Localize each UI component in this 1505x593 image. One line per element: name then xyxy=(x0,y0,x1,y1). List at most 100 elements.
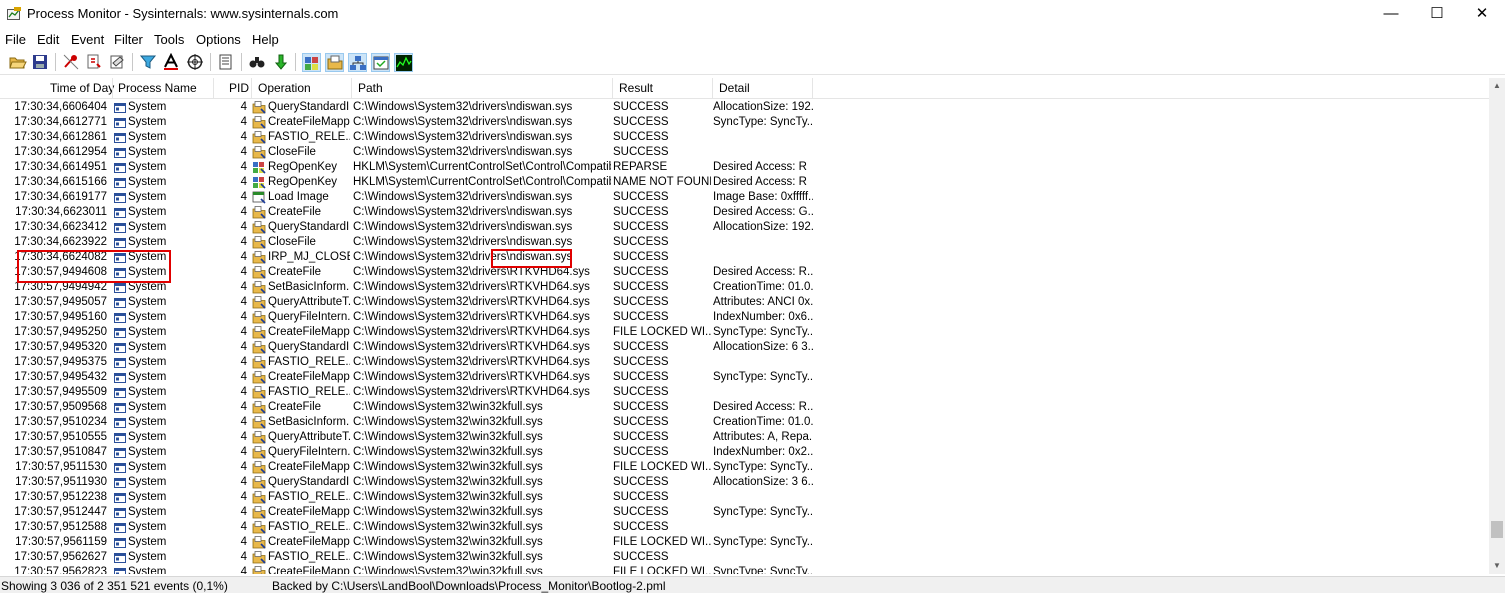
find-icon[interactable] xyxy=(248,53,266,71)
table-row[interactable]: 17:30:57,9495509 System 4 FASTIO_RELE... C:\… xyxy=(0,385,1489,400)
autoscroll-icon[interactable] xyxy=(85,53,103,71)
table-row[interactable]: 17:30:57,9495375 System 4 FASTIO_RELE... C:\… xyxy=(0,355,1489,370)
table-row[interactable]: 17:30:57,9512238 System 4 FASTIO_RELE... C:\… xyxy=(0,490,1489,505)
close-button[interactable]: ✕ xyxy=(1459,0,1505,28)
column-time-of-day[interactable]: Time of Day xyxy=(50,81,114,97)
operation-cell: SetBasicInform... xyxy=(268,281,350,293)
tree-icon[interactable] xyxy=(217,53,235,71)
table-row[interactable]: 17:30:34,6623922 System 4 CloseFile C:\Windo… xyxy=(0,235,1489,250)
process-activity-icon[interactable] xyxy=(371,53,390,72)
table-row[interactable]: 17:30:57,9511930 System 4 QueryStandardI...… xyxy=(0,475,1489,490)
table-row[interactable]: 17:30:57,9512447 System 4 CreateFileMapp C:\… xyxy=(0,505,1489,520)
menu-edit[interactable]: Edit xyxy=(37,32,59,47)
table-row[interactable]: 17:30:34,6615166 System 4 RegOpenKey HKLM\Sy… xyxy=(0,175,1489,190)
table-row[interactable]: 17:30:57,9494942 System 4 SetBasicInform...… xyxy=(0,280,1489,295)
pid-cell: 4 xyxy=(240,101,247,113)
jump-icon[interactable] xyxy=(271,53,289,71)
process-name-cell: System xyxy=(128,161,167,173)
process-name-cell: System xyxy=(128,566,167,574)
file-activity-icon[interactable] xyxy=(325,53,344,72)
table-row[interactable]: 17:30:57,9509568 System 4 CreateFile C:\Wind… xyxy=(0,400,1489,415)
column-divider[interactable] xyxy=(812,78,813,98)
table-row[interactable]: 17:30:34,6612771 System 4 CreateFileMapp C:\… xyxy=(0,115,1489,130)
table-row[interactable]: 17:30:57,9495250 System 4 CreateFileMapp C:\… xyxy=(0,325,1489,340)
table-row[interactable]: 17:30:57,9562627 System 4 FASTIO_RELE... C:\… xyxy=(0,550,1489,565)
file-operation-icon xyxy=(252,446,266,459)
profiling-icon[interactable] xyxy=(394,53,413,72)
minimize-button[interactable]: — xyxy=(1368,0,1414,28)
table-row[interactable]: 17:30:34,6612954 System 4 CloseFile C:\Windo… xyxy=(0,145,1489,160)
vertical-scrollbar[interactable]: ▲ ▼ xyxy=(1489,78,1505,574)
column-divider[interactable] xyxy=(213,78,214,98)
column-result[interactable]: Result xyxy=(619,81,653,97)
column-divider[interactable] xyxy=(351,78,352,98)
column-detail[interactable]: Detail xyxy=(719,81,750,97)
menu-event[interactable]: Event xyxy=(71,32,104,47)
pid-cell: 4 xyxy=(240,521,247,533)
menu-options[interactable]: Options xyxy=(196,32,241,47)
column-path[interactable]: Path xyxy=(358,81,383,97)
path-cell: C:\Windows\System32\drivers\RTKVHD64.sys xyxy=(353,386,590,398)
table-row[interactable]: 17:30:34,6623011 System 4 CreateFile C:\Wind… xyxy=(0,205,1489,220)
table-row[interactable]: 17:30:57,9495160 System 4 QueryFileIntern..… xyxy=(0,310,1489,325)
highlight-icon[interactable] xyxy=(162,53,180,71)
column-pid[interactable]: PID xyxy=(229,81,249,97)
scroll-up-arrow-icon[interactable]: ▲ xyxy=(1489,78,1505,94)
operation-cell: QueryStandardI... xyxy=(268,221,350,233)
filter-icon[interactable] xyxy=(139,53,157,71)
open-icon[interactable] xyxy=(9,53,27,71)
maximize-button[interactable]: ☐ xyxy=(1414,0,1460,28)
table-row[interactable]: 17:30:57,9511530 System 4 CreateFileMapp C:\… xyxy=(0,460,1489,475)
table-row[interactable]: 17:30:57,9494608 System 4 CreateFile C:\Wind… xyxy=(0,265,1489,280)
table-row[interactable]: 17:30:57,9562823 System 4 CreateFileMapp C:\… xyxy=(0,565,1489,574)
operation-cell: FASTIO_RELE... xyxy=(268,491,350,503)
process-icon xyxy=(114,148,126,158)
clear-icon[interactable] xyxy=(108,53,126,71)
path-cell: C:\Windows\System32\win32kfull.sys xyxy=(353,461,543,473)
column-divider[interactable] xyxy=(612,78,613,98)
table-row[interactable]: 17:30:57,9561159 System 4 CreateFileMapp C:\… xyxy=(0,535,1489,550)
table-row[interactable]: 17:30:57,9495057 System 4 QueryAttributeT..… xyxy=(0,295,1489,310)
time-cell: 17:30:34,6623412 xyxy=(14,221,107,233)
column-divider[interactable] xyxy=(712,78,713,98)
path-cell: C:\Windows\System32\win32kfull.sys xyxy=(353,491,543,503)
process-icon xyxy=(114,298,126,308)
table-row[interactable]: 17:30:57,9512588 System 4 FASTIO_RELE... C:\… xyxy=(0,520,1489,535)
menu-filter[interactable]: Filter xyxy=(114,32,143,47)
menu-tools[interactable]: Tools xyxy=(154,32,184,47)
time-cell: 17:30:34,6612954 xyxy=(14,146,107,158)
result-cell: SUCCESS xyxy=(613,431,669,443)
table-row[interactable]: 17:30:34,6614951 System 4 RegOpenKey HKLM\Sy… xyxy=(0,160,1489,175)
operation-cell: CreateFileMapp xyxy=(268,566,350,574)
toolbar-separator xyxy=(295,53,296,71)
column-operation[interactable]: Operation xyxy=(258,81,311,97)
capture-icon[interactable] xyxy=(62,53,80,71)
event-list[interactable]: Time of Day Process Name PID Operation P… xyxy=(0,78,1489,574)
network-activity-icon[interactable] xyxy=(348,53,367,72)
table-row[interactable]: 17:30:34,6619177 System 4 Load Image C:\Wind… xyxy=(0,190,1489,205)
column-process-name[interactable]: Process Name xyxy=(118,81,197,97)
result-cell: NAME NOT FOUND xyxy=(613,176,711,188)
registry-activity-icon[interactable] xyxy=(302,53,321,72)
table-row[interactable]: 17:30:57,9495432 System 4 CreateFileMapp C:\… xyxy=(0,370,1489,385)
menu-file[interactable]: File xyxy=(5,32,26,47)
column-divider[interactable] xyxy=(112,78,113,98)
detail-cell xyxy=(713,550,813,565)
target-icon[interactable] xyxy=(186,53,204,71)
table-row[interactable]: 17:30:34,6623412 System 4 QueryStandardI...… xyxy=(0,220,1489,235)
detail-cell: SyncType: SyncTy... xyxy=(713,566,813,574)
table-row[interactable]: 17:30:34,6606404 System 4 QueryStandardI...… xyxy=(0,100,1489,115)
column-divider[interactable] xyxy=(251,78,252,98)
table-row[interactable]: 17:30:57,9510234 System 4 SetBasicInform...… xyxy=(0,415,1489,430)
table-row[interactable]: 17:30:34,6612861 System 4 FASTIO_RELE... C:\… xyxy=(0,130,1489,145)
save-icon[interactable] xyxy=(31,53,49,71)
result-cell: SUCCESS xyxy=(613,551,669,563)
table-row[interactable]: 17:30:57,9510847 System 4 QueryFileIntern..… xyxy=(0,445,1489,460)
menu-help[interactable]: Help xyxy=(252,32,279,47)
process-icon xyxy=(114,328,126,338)
table-row[interactable]: 17:30:34,6624082 System 4 IRP_MJ_CLOSE C:\Wi… xyxy=(0,250,1489,265)
table-row[interactable]: 17:30:57,9495320 System 4 QueryStandardI...… xyxy=(0,340,1489,355)
scroll-down-arrow-icon[interactable]: ▼ xyxy=(1489,558,1505,574)
scrollbar-thumb[interactable] xyxy=(1491,521,1503,538)
table-row[interactable]: 17:30:57,9510555 System 4 QueryAttributeT..… xyxy=(0,430,1489,445)
